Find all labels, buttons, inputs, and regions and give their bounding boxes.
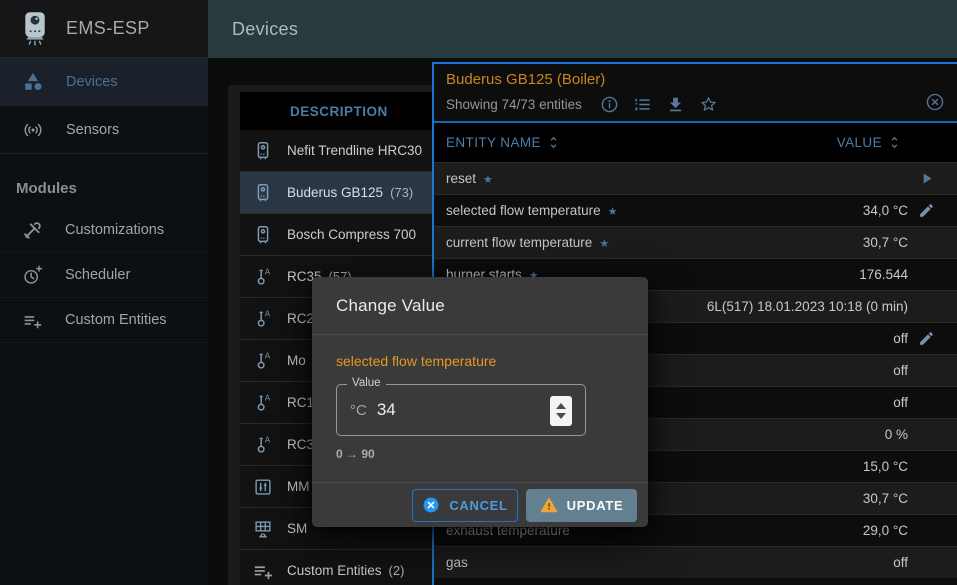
unit-label: °C xyxy=(350,402,367,419)
entity-row-gas[interactable]: gas off xyxy=(434,546,957,578)
star-icon[interactable] xyxy=(699,95,718,114)
entity-panel-toolbar: Showing 74/73 entities xyxy=(434,92,957,116)
page-title: Devices xyxy=(208,0,957,58)
column-value[interactable]: VALUE xyxy=(837,135,902,150)
sort-icon xyxy=(546,135,561,150)
edit-pencil-icon[interactable] xyxy=(918,202,935,219)
run-command-icon[interactable] xyxy=(918,170,935,187)
value-field-label: Value xyxy=(347,377,386,389)
ems-esp-app: EMS-ESP Devices Sensors Modules xyxy=(0,0,957,585)
stepper-down-icon[interactable] xyxy=(556,413,566,419)
favorite-star-icon: ★ xyxy=(599,238,609,250)
info-icon[interactable] xyxy=(600,95,619,114)
sidebar-item-scheduler[interactable]: Scheduler xyxy=(0,253,208,298)
favorite-star-icon: ★ xyxy=(483,174,493,186)
sidebar-item-label: Customizations xyxy=(65,222,164,238)
sidebar: EMS-ESP Devices Sensors Modules xyxy=(0,0,208,585)
device-label: RC2 xyxy=(287,311,314,326)
download-icon[interactable] xyxy=(666,95,685,114)
close-icon[interactable] xyxy=(925,92,945,112)
svg-text:A: A xyxy=(265,435,271,444)
thermostat-icon: A xyxy=(252,266,274,288)
mixer-icon xyxy=(252,476,274,498)
sidebar-item-sensors[interactable]: Sensors xyxy=(0,106,208,154)
number-stepper[interactable] xyxy=(550,396,572,426)
sensors-icon xyxy=(22,119,44,141)
thermostat-icon: A xyxy=(252,350,274,372)
update-button[interactable]: UPDATE xyxy=(526,489,637,522)
svg-text:A: A xyxy=(265,309,271,318)
value-range-hint: 0 → 90 xyxy=(336,447,624,461)
boiler-icon xyxy=(252,182,274,204)
favorite-star-icon: ★ xyxy=(608,206,618,218)
thermostat-icon: A xyxy=(252,308,274,330)
sidebar-item-custom-entities[interactable]: Custom Entities xyxy=(0,298,208,343)
device-label: Buderus GB125 xyxy=(287,185,383,200)
playlist-add-icon xyxy=(22,310,43,331)
device-count: (73) xyxy=(390,185,413,200)
tools-icon xyxy=(22,220,43,241)
dialog-title: Change Value xyxy=(312,277,648,335)
showing-entities-text: Showing 74/73 entities xyxy=(446,97,582,112)
device-label: Nefit Trendline HRC30 xyxy=(287,143,422,158)
column-entity-name[interactable]: ENTITY NAME xyxy=(446,135,561,150)
boiler-logo-icon xyxy=(20,11,50,47)
sidebar-item-customizations[interactable]: Customizations xyxy=(0,208,208,253)
device-label: RC1 xyxy=(287,395,314,410)
entity-row-current-flow-temperature[interactable]: current flow temperature★ 30,7 °C xyxy=(434,226,957,258)
svg-text:A: A xyxy=(265,393,271,402)
thermostat-icon: A xyxy=(252,392,274,414)
app-logo-area: EMS-ESP xyxy=(0,0,208,58)
boiler-icon xyxy=(252,140,274,162)
device-label: RC3 xyxy=(287,437,314,452)
sidebar-item-label: Sensors xyxy=(66,122,119,138)
dialog-body: selected flow temperature Value °C 0 → 9… xyxy=(312,336,648,461)
entity-panel-title: Buderus GB125 (Boiler) xyxy=(434,64,957,92)
clock-plus-icon xyxy=(22,265,43,286)
sort-icon xyxy=(887,135,902,150)
edit-pencil-icon[interactable] xyxy=(918,330,935,347)
sidebar-item-label: Custom Entities xyxy=(65,312,167,328)
cancel-button[interactable]: CANCEL xyxy=(412,489,518,522)
svg-text:A: A xyxy=(265,351,271,360)
boiler-icon xyxy=(252,224,274,246)
device-count: (2) xyxy=(389,563,405,578)
entity-row-selected-flow-temperature[interactable]: selected flow temperature★ 34,0 °C xyxy=(434,194,957,226)
list-numbered-icon[interactable] xyxy=(633,95,652,114)
entity-row-reset[interactable]: reset★ xyxy=(434,162,957,194)
devices-category-icon xyxy=(22,71,44,93)
stepper-up-icon[interactable] xyxy=(556,403,566,409)
modules-section-label: Modules xyxy=(0,180,208,208)
device-label: Bosch Compress 700 xyxy=(287,227,416,242)
device-label: Custom Entities xyxy=(287,563,382,578)
device-label: SM xyxy=(287,521,307,536)
warning-triangle-icon xyxy=(540,496,558,514)
change-value-dialog: Change Value selected flow temperature V… xyxy=(312,277,648,527)
device-label: MM xyxy=(287,479,310,494)
app-title: EMS-ESP xyxy=(66,18,150,39)
dialog-entity-label: selected flow temperature xyxy=(336,353,624,371)
sidebar-item-label: Scheduler xyxy=(65,267,130,283)
value-field[interactable]: Value °C xyxy=(336,384,586,436)
sidebar-item-devices[interactable]: Devices xyxy=(0,58,208,106)
svg-text:A: A xyxy=(265,267,271,276)
entity-table-header: ENTITY NAME VALUE xyxy=(434,123,957,162)
device-label: Mo xyxy=(287,353,306,368)
solar-panel-icon xyxy=(252,518,274,540)
sidebar-item-label: Devices xyxy=(66,74,118,90)
thermostat-icon: A xyxy=(252,434,274,456)
cancel-circle-icon xyxy=(422,496,440,514)
playlist-add-icon xyxy=(252,560,274,582)
dialog-footer: CANCEL UPDATE xyxy=(312,482,648,527)
value-input[interactable] xyxy=(377,400,517,420)
top-app-bar: Devices xyxy=(208,0,957,58)
